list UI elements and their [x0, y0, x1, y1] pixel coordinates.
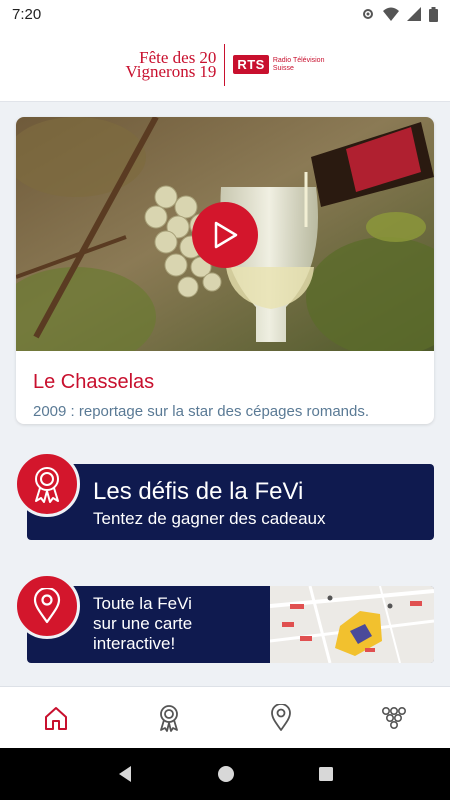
video-description: 2009 : reportage sur la star des cépages…: [33, 403, 370, 420]
nav-map[interactable]: [225, 687, 338, 748]
status-icons: [361, 6, 438, 22]
wifi-icon: [383, 7, 399, 21]
map-banner[interactable]: Toute la FeVi sur une carte interactive!: [27, 586, 434, 663]
play-icon: [214, 221, 238, 249]
signal-icon: [407, 7, 421, 21]
location-pin-icon: [33, 588, 61, 624]
video-card[interactable]: Le Chasselas 2009 : reportage sur la sta…: [16, 117, 434, 424]
main-content[interactable]: Le Chasselas 2009 : reportage sur la sta…: [0, 103, 450, 686]
nav-vines[interactable]: [338, 687, 450, 748]
logo-divider: [224, 43, 226, 86]
map-thumbnail[interactable]: [269, 586, 434, 663]
fete-des-vignerons-logo: Fête des 20 Vignerons 19 RTS Radio Télévis…: [125, 43, 325, 86]
battery-icon: [429, 6, 438, 22]
challenges-icon-circle[interactable]: [14, 451, 80, 517]
status-time: 7:20: [12, 5, 42, 23]
location-pin-icon: [271, 703, 292, 731]
grapes-icon: [381, 706, 406, 729]
rts-logo: RTS: [233, 55, 269, 74]
map-icon-circle[interactable]: [14, 573, 80, 639]
challenges-title: Les défis de la FeVi: [93, 478, 304, 505]
rosette-icon: [35, 467, 59, 503]
video-thumbnail[interactable]: [16, 117, 434, 351]
rosette-icon: [159, 704, 178, 732]
recents-icon[interactable]: [318, 766, 334, 782]
settings-icon: [363, 9, 373, 19]
challenges-banner[interactable]: Les défis de la FeVi Tentez de gagner de…: [27, 464, 434, 540]
challenges-subtitle: Tentez de gagner des cadeaux: [93, 509, 326, 528]
play-button[interactable]: [192, 202, 258, 268]
nav-challenges[interactable]: [113, 687, 226, 748]
home-circle-icon[interactable]: [217, 765, 235, 783]
map-banner-text: Toute la FeVi sur une carte interactive!: [93, 594, 193, 653]
video-title: Le Chasselas: [33, 371, 155, 393]
logo-wordmark: Fête des 20 Vignerons 19: [125, 47, 217, 81]
nav-home[interactable]: [0, 687, 113, 748]
app-header: Fête des 20 Vignerons 19 RTS Radio Télévis…: [0, 28, 450, 102]
system-nav-bar: [0, 748, 450, 800]
bottom-nav: [0, 686, 450, 748]
rts-tagline: Radio Télévision Suisse: [272, 56, 325, 72]
home-icon: [45, 706, 68, 730]
status-bar: 7:20: [0, 0, 450, 28]
back-icon[interactable]: [116, 765, 134, 783]
